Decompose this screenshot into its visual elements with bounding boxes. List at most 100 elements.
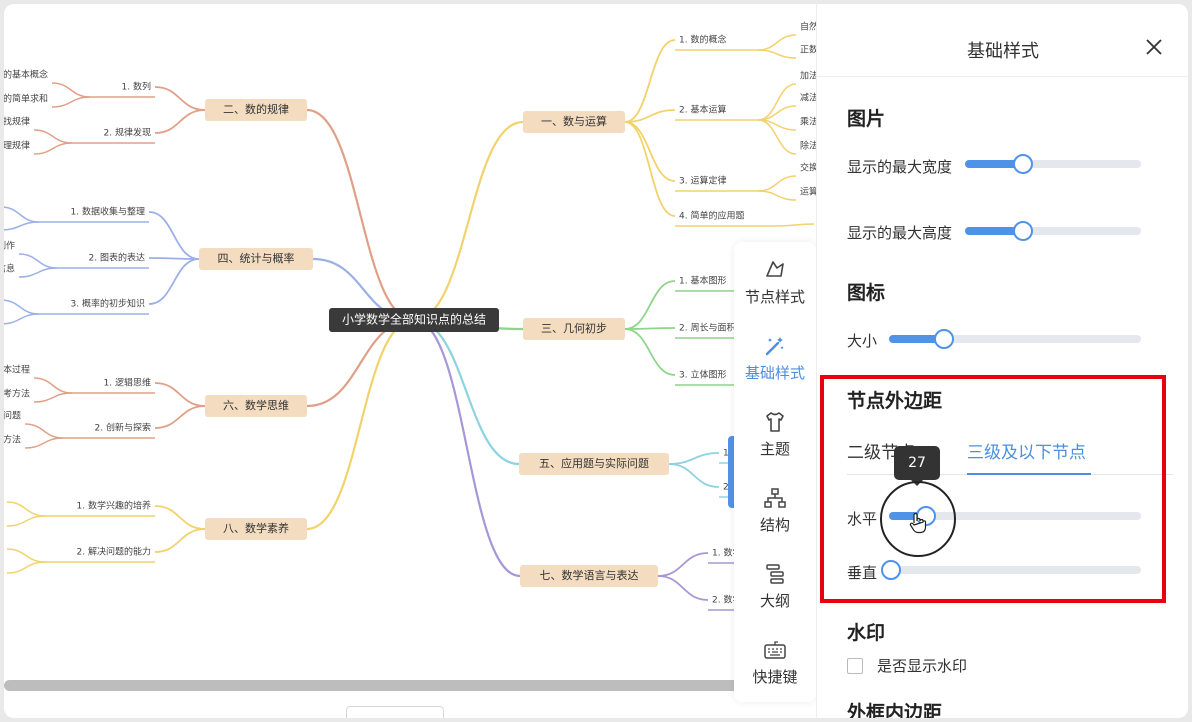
sub-node-label: 4. 简单的应用题 [679, 210, 744, 222]
sub-node-label: 2. 图表的表达 [89, 252, 145, 264]
toolbar-label: 大纲 [759, 592, 790, 610]
sub-node-label: 2. 创新与探索 [95, 422, 151, 434]
edge-branch-sub [657, 575, 709, 601]
toolbar-shortcuts[interactable]: 快捷键 [734, 638, 816, 687]
branch-node-label: 七、数学语言与表达 [540, 568, 639, 582]
edge-sub-leaf [6, 548, 46, 563]
sub-node-label: 2. 规律发现 [104, 127, 151, 139]
leaf-node-label: 的制作 [4, 240, 15, 252]
toolbar-structure[interactable]: 结构 [734, 486, 816, 535]
toolbar-theme[interactable]: 主题 [734, 410, 816, 459]
leaf-node-label: 的基本过程 [4, 364, 30, 376]
leaf-node-label: 取信息 [4, 263, 15, 275]
node-style-icon [766, 261, 784, 277]
edge-branch-sub [624, 327, 676, 330]
sub-node-label: 1. 基本图形 [679, 275, 726, 287]
hand-cursor-icon [909, 512, 927, 534]
branch-node-label: 三、几何初步 [541, 321, 607, 335]
edge-branch-sub [154, 382, 206, 407]
branch-node-label: 二、数的规律 [223, 102, 289, 116]
toolbar-label: 结构 [759, 516, 790, 534]
edge-sub-leaf [18, 267, 58, 278]
sub-node-label: 1. 逻辑思维 [104, 377, 151, 389]
panel-divider [817, 76, 1188, 77]
toolbar-node-style[interactable]: 节点样式 [734, 258, 816, 307]
horizontal-scrollbar[interactable] [4, 680, 749, 691]
leaf-node-label: 路与方法 [4, 434, 21, 446]
slider-thumb[interactable] [1013, 154, 1034, 174]
toolbar-outline[interactable]: 大纲 [734, 562, 816, 611]
edge-branch-sub [148, 258, 200, 305]
leaf-node-label: 减法：理解 [800, 92, 816, 104]
sub-node-label: 3. 概率的初步知识 [71, 298, 145, 310]
edge-root-branch [306, 318, 415, 531]
root-node-label: 小学数学全部知识点的总结 [342, 312, 486, 327]
max-width-slider[interactable] [965, 154, 1141, 174]
leaf-node-label: 数列的简单求和 [4, 93, 48, 105]
close-icon[interactable] [1143, 36, 1165, 58]
edge-sub-leaf [33, 142, 73, 155]
icon-size-label: 大小 [847, 332, 878, 350]
edge-root-branch [413, 318, 521, 578]
panel-title: 基础样式 [967, 41, 1039, 62]
watermark-section-title: 水印 [847, 622, 886, 644]
leaf-node-label: 交换律、结 [800, 162, 816, 174]
magic-wand-icon [765, 337, 784, 356]
side-toolbar: 节点样式 基础样式 主题 结构 大纲 快捷键 [734, 242, 816, 702]
vertical-margin-slider[interactable] [881, 560, 1141, 580]
edge-branch-sub [154, 109, 206, 134]
edge-sub-leaf [6, 515, 46, 527]
leaf-node-label: 除法：除法 [800, 140, 816, 152]
toolbar-basic-style[interactable]: 基础样式 [734, 334, 816, 383]
edge-sub-leaf [33, 129, 73, 144]
edge-root-branch [306, 318, 415, 408]
edge-sub-leaf [757, 34, 797, 51]
tab-tertiary-nodes[interactable]: 三级及以下节点 [967, 438, 1086, 463]
branch-node-label: 四、统计与概率 [218, 251, 295, 265]
edge-branch-sub [154, 528, 206, 553]
max-height-slider[interactable] [965, 221, 1141, 241]
edge-sub-leaf [4, 206, 40, 223]
edge-sub-leaf [4, 313, 40, 325]
zoom-control[interactable] [346, 706, 444, 718]
horizontal-label: 水平 [847, 510, 878, 528]
leaf-node-label: 正数与负数 [800, 44, 816, 56]
branch-node-label: 六、数学思维 [223, 398, 289, 412]
mindmap-canvas[interactable]: 1. 数的概念 自然数、整正数与负数 2. 基本运算 加法：理解减法：理解乘法：乘法除… [4, 4, 816, 718]
edge-branch-sub [624, 328, 676, 376]
leaf-node-label: 数学问题 [4, 410, 21, 422]
edge-branch-sub [154, 505, 206, 530]
edge-branch-sub [148, 211, 200, 260]
leaf-node-label: 运算优先级 [800, 186, 816, 198]
edge-sub-leaf [33, 377, 73, 394]
leaf-node-label: 方面找规律 [4, 116, 30, 128]
branch-node-label: 一、数与运算 [541, 114, 607, 128]
toolbar-label: 节点样式 [744, 288, 805, 306]
sub-node-label: 2. 解决问题的能力 [77, 546, 151, 558]
style-panel: 基础样式 图片 显示的最大宽度 显示的最大高度 图标 大小 节点外边距 二级节点… [816, 4, 1188, 718]
edge-root-branch [413, 120, 524, 322]
slider-thumb[interactable] [1013, 221, 1034, 241]
edge-sub-leaf [757, 83, 797, 121]
edge-sub-leaf [51, 82, 91, 98]
padding-section-title: 外框内边距 [847, 702, 943, 718]
edge-branch-sub [668, 452, 720, 465]
sub-node-label: 1. 数据收集与整理 [71, 206, 145, 218]
edge-sub-leaf [51, 96, 91, 108]
watermark-checkbox[interactable] [847, 658, 863, 674]
slider-thumb[interactable] [881, 560, 901, 580]
edge-sub-leaf [775, 223, 815, 227]
sub-node-label: 3. 运算定律 [679, 175, 726, 187]
sub-node-label: 2. 周长与面积 [679, 322, 735, 334]
leaf-node-label: 的思考方法 [4, 388, 30, 400]
edge-branch-sub [148, 257, 200, 260]
slider-tooltip: 27 [894, 446, 940, 486]
shirt-icon [766, 412, 784, 432]
toolbar-label: 主题 [759, 440, 790, 458]
icon-size-slider[interactable] [889, 329, 1141, 349]
edge-sub-leaf [757, 49, 797, 59]
edge-branch-sub [657, 552, 709, 577]
edge-branch-sub [154, 86, 206, 111]
slider-thumb[interactable] [933, 329, 954, 349]
toolbar-label: 快捷键 [752, 668, 798, 686]
